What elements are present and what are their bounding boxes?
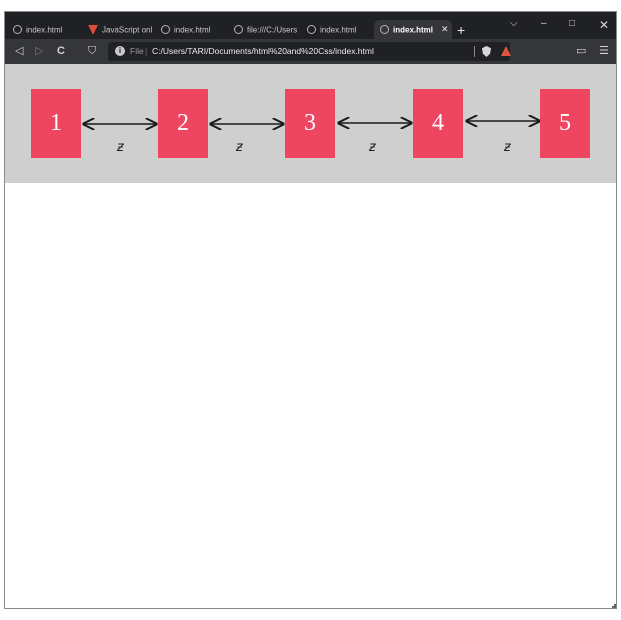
url-text[interactable]: C:/Users/TARI/Documents/html%20and%20Css… (152, 45, 374, 58)
tab-label: index.html (393, 25, 434, 35)
globe-icon (13, 25, 22, 35)
url-divider (474, 46, 475, 57)
reload-icon[interactable]: C (57, 44, 65, 58)
resize-grip-icon[interactable] (612, 604, 616, 608)
tab-label: index.html (26, 25, 63, 35)
tab-label: file:///C:/Users (247, 25, 298, 35)
maximize-button[interactable]: □ (569, 18, 575, 29)
tab-index-2[interactable]: index.html (161, 20, 225, 39)
connector-label-4: ƶ (504, 140, 511, 155)
site-info-icon[interactable]: i (115, 46, 125, 56)
url-scheme-label: File (130, 46, 144, 56)
globe-icon (161, 25, 170, 35)
menu-icon[interactable]: ☰ (599, 44, 609, 58)
back-icon[interactable]: ◁ (15, 44, 23, 58)
brave-icon (88, 24, 98, 35)
url-separator: | (145, 46, 148, 56)
address-bar[interactable]: i File | C:/Users/TARI/Documents/html%20… (108, 42, 511, 61)
close-tab-icon[interactable]: ✕ (441, 24, 449, 34)
page-content: 1 2 3 4 5 ƶ ƶ ƶ ƶ (5, 64, 616, 608)
bookmark-icon[interactable]: ⛉ (88, 44, 96, 58)
diagram-banner: 1 2 3 4 5 ƶ ƶ ƶ ƶ (5, 64, 616, 183)
tab-file-users[interactable]: file:///C:/Users (234, 20, 300, 39)
tab-label: JavaScript onl (102, 25, 153, 35)
new-tab-button[interactable]: + (457, 23, 465, 37)
globe-icon (380, 25, 389, 35)
minimize-button[interactable]: – (541, 18, 547, 29)
globe-icon (307, 25, 316, 35)
tab-index-3[interactable]: index.html (307, 20, 371, 39)
browser-window: index.html JavaScript onl index.html fil… (4, 11, 617, 609)
tab-javascript[interactable]: JavaScript onl (88, 20, 154, 39)
box-1: 1 (31, 89, 81, 158)
tab-label: index.html (320, 25, 357, 35)
box-2: 2 (158, 89, 208, 158)
wallet-icon[interactable]: ▭ (576, 44, 586, 58)
close-window-button[interactable]: ✕ (599, 18, 609, 32)
forward-icon[interactable]: ▷ (35, 44, 43, 58)
tab-index-1[interactable]: index.html (13, 20, 77, 39)
globe-icon (234, 25, 243, 35)
box-3: 3 (285, 89, 335, 158)
box-4: 4 (413, 89, 463, 158)
collapse-icon[interactable]: ⌵ (510, 18, 518, 29)
tab-label: index.html (174, 25, 211, 35)
connector-label-1: ƶ (117, 140, 124, 155)
connector-label-2: ƶ (236, 140, 243, 155)
box-5: 5 (540, 89, 590, 158)
tab-strip: index.html JavaScript onl index.html fil… (5, 12, 616, 39)
connector-label-3: ƶ (369, 140, 376, 155)
tab-index-active[interactable]: index.html ✕ (374, 20, 452, 39)
brave-shield-icon[interactable] (482, 46, 491, 57)
browser-toolbar: ◁ ▷ C ⛉ i File | C:/Users/TARI/Documents… (5, 39, 616, 64)
brave-rewards-icon[interactable] (501, 46, 511, 56)
